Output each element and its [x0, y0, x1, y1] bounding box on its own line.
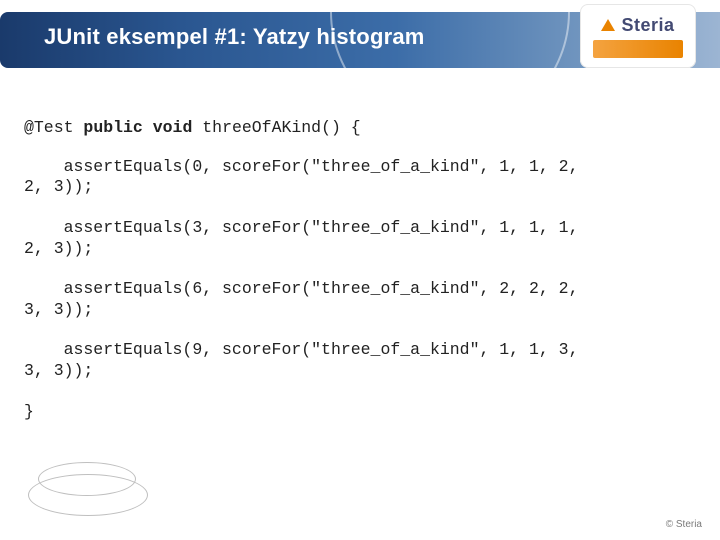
logo-strip — [593, 40, 683, 58]
assert-2-line2: 2, 3)); — [24, 239, 696, 260]
brace-open: { — [351, 118, 361, 137]
watermark — [28, 456, 152, 526]
assert-2: assertEquals(3, scoreFor("three_of_a_kin… — [24, 218, 696, 259]
assert-1-line2: 2, 3)); — [24, 177, 696, 198]
assert-3: assertEquals(6, scoreFor("three_of_a_kin… — [24, 279, 696, 320]
triangle-icon — [601, 19, 615, 31]
assert-4: assertEquals(9, scoreFor("three_of_a_kin… — [24, 340, 696, 381]
slide-header: JUnit eksempel #1: Yatzy histogram Steri… — [0, 0, 720, 90]
assert-4-line1: assertEquals(9, scoreFor("three_of_a_kin… — [24, 340, 696, 361]
slide: JUnit eksempel #1: Yatzy histogram Steri… — [0, 0, 720, 540]
assert-1: assertEquals(0, scoreFor("three_of_a_kin… — [24, 157, 696, 198]
keyword-public: public — [83, 118, 142, 137]
assert-4-line2: 3, 3)); — [24, 361, 696, 382]
assert-3-line2: 3, 3)); — [24, 300, 696, 321]
logo-text: Steria — [601, 15, 674, 36]
logo-brand: Steria — [621, 15, 674, 36]
brace-close: } — [24, 402, 696, 423]
keyword-void: void — [153, 118, 193, 137]
decorative-arc — [330, 0, 570, 132]
assert-3-line1: assertEquals(6, scoreFor("three_of_a_kin… — [24, 279, 696, 300]
assert-2-line1: assertEquals(3, scoreFor("three_of_a_kin… — [24, 218, 696, 239]
assert-1-line1: assertEquals(0, scoreFor("three_of_a_kin… — [24, 157, 696, 178]
slide-title: JUnit eksempel #1: Yatzy histogram — [44, 24, 425, 50]
copyright: © Steria — [666, 519, 702, 530]
code-block: @Test public void threeOfAKind() { asser… — [24, 118, 696, 422]
steria-logo: Steria — [580, 4, 696, 68]
ellipse-icon — [38, 462, 136, 496]
method-name: threeOfAKind() — [202, 118, 341, 137]
annotation: @Test — [24, 118, 74, 137]
method-signature: @Test public void threeOfAKind() { — [24, 118, 696, 139]
